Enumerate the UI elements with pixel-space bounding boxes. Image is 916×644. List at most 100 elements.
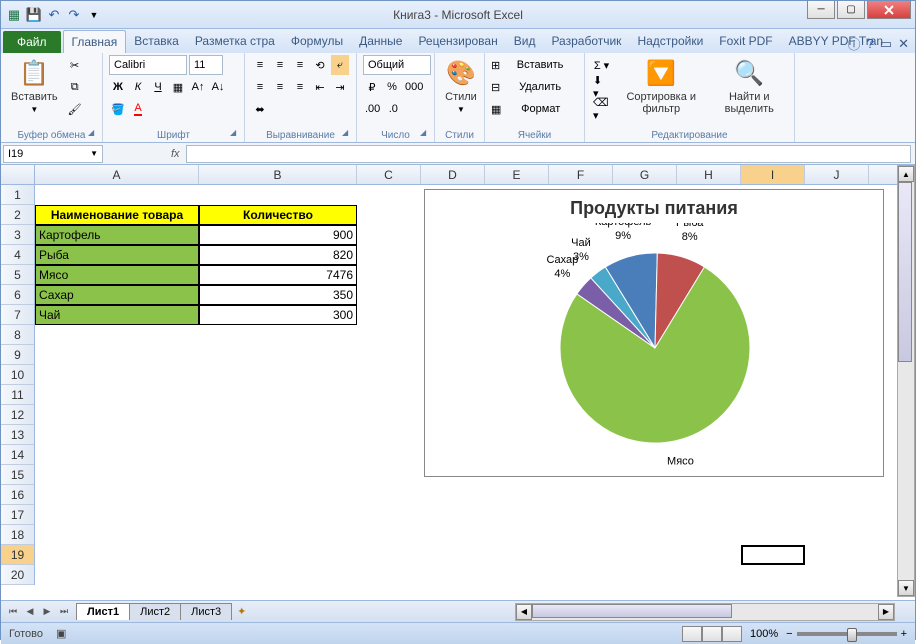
- scroll-right-icon[interactable]: ▶: [878, 604, 894, 620]
- col-header-F[interactable]: F: [549, 165, 613, 184]
- align-launcher[interactable]: ◢: [342, 128, 354, 140]
- col-header-I[interactable]: I: [741, 165, 805, 184]
- copy-icon[interactable]: ⧉: [66, 77, 84, 97]
- minimize-ribbon-icon[interactable]: ⓘ: [848, 34, 861, 53]
- indent-dec-icon[interactable]: ⇤: [311, 77, 329, 97]
- cell-A6[interactable]: Сахар: [35, 285, 199, 305]
- cell-A5[interactable]: Мясо: [35, 265, 199, 285]
- chart-object[interactable]: Продукты питания Картофель9%Рыба8%Мясо76…: [424, 189, 884, 477]
- cell-B3[interactable]: 900: [199, 225, 357, 245]
- row-header-11[interactable]: 11: [1, 385, 34, 405]
- save-icon[interactable]: 💾: [25, 6, 43, 24]
- align-left-icon[interactable]: ≡: [251, 77, 269, 97]
- row-header-12[interactable]: 12: [1, 405, 34, 425]
- merge-icon[interactable]: ⬌: [251, 99, 269, 119]
- align-mid-icon[interactable]: ≡: [271, 55, 289, 75]
- row-header-13[interactable]: 13: [1, 425, 34, 445]
- name-box[interactable]: I19▼: [3, 145, 103, 163]
- row-header-15[interactable]: 15: [1, 465, 34, 485]
- fill-color-icon[interactable]: 🪣: [109, 99, 127, 119]
- italic-icon[interactable]: К: [129, 77, 147, 97]
- row-header-9[interactable]: 9: [1, 345, 34, 365]
- row-header-18[interactable]: 18: [1, 525, 34, 545]
- tab-Разметка стра[interactable]: Разметка стра: [187, 30, 283, 53]
- file-tab[interactable]: Файл: [3, 31, 61, 53]
- redo-icon[interactable]: ↷: [65, 6, 83, 24]
- cell-B7[interactable]: 300: [199, 305, 357, 325]
- row-header-4[interactable]: 4: [1, 245, 34, 265]
- clear-icon[interactable]: ⌫ ▾: [591, 99, 612, 119]
- align-bot-icon[interactable]: ≡: [291, 55, 309, 75]
- fx-icon[interactable]: fx: [165, 148, 186, 160]
- number-format-combo[interactable]: Общий: [363, 55, 431, 75]
- col-header-E[interactable]: E: [485, 165, 549, 184]
- sheet-nav-last-icon[interactable]: ⏭: [56, 604, 72, 620]
- cell-A7[interactable]: Чай: [35, 305, 199, 325]
- normal-view-icon[interactable]: [682, 626, 702, 642]
- font-size-combo[interactable]: 11: [189, 55, 223, 75]
- row-header-5[interactable]: 5: [1, 265, 34, 285]
- cell-B5[interactable]: 7476: [199, 265, 357, 285]
- grow-font-icon[interactable]: A↑: [189, 77, 207, 97]
- row-header-17[interactable]: 17: [1, 505, 34, 525]
- active-cell[interactable]: [741, 545, 805, 565]
- col-header-J[interactable]: J: [805, 165, 869, 184]
- cell-A3[interactable]: Картофель: [35, 225, 199, 245]
- scroll-left-icon[interactable]: ◀: [516, 604, 532, 620]
- tab-Главная[interactable]: Главная: [63, 30, 127, 53]
- formula-input[interactable]: [186, 145, 911, 163]
- row-header-20[interactable]: 20: [1, 565, 34, 585]
- zoom-out-icon[interactable]: −: [786, 628, 792, 640]
- insert-cells-button[interactable]: Вставить: [502, 55, 578, 75]
- page-layout-view-icon[interactable]: [702, 626, 722, 642]
- col-header-G[interactable]: G: [613, 165, 677, 184]
- cell-B6[interactable]: 350: [199, 285, 357, 305]
- sheet-tab-Лист3[interactable]: Лист3: [180, 603, 232, 620]
- align-top-icon[interactable]: ≡: [251, 55, 269, 75]
- row-header-7[interactable]: 7: [1, 305, 34, 325]
- qat-dropdown-icon[interactable]: ▼: [85, 6, 103, 24]
- tab-Foxit PDF[interactable]: Foxit PDF: [711, 30, 780, 53]
- sheet-tab-Лист2[interactable]: Лист2: [129, 603, 181, 620]
- row-header-1[interactable]: 1: [1, 185, 34, 205]
- wrap-icon[interactable]: ⤶: [331, 55, 349, 75]
- maximize-button[interactable]: ▢: [837, 1, 865, 19]
- row-header-10[interactable]: 10: [1, 365, 34, 385]
- close-button[interactable]: [867, 1, 911, 19]
- cell-B2[interactable]: Количество: [199, 205, 357, 225]
- format-cells-icon[interactable]: ▦: [491, 103, 501, 116]
- delete-cells-button[interactable]: Удалить: [502, 77, 578, 97]
- cut-icon[interactable]: ✂: [66, 55, 84, 75]
- format-painter-icon[interactable]: 🖌: [66, 99, 84, 119]
- shrink-font-icon[interactable]: A↓: [209, 77, 227, 97]
- row-header-2[interactable]: 2: [1, 205, 34, 225]
- tab-Вид[interactable]: Вид: [506, 30, 544, 53]
- help-icon[interactable]: ?: [867, 36, 874, 51]
- row-header-14[interactable]: 14: [1, 445, 34, 465]
- align-center-icon[interactable]: ≡: [271, 77, 289, 97]
- sheet-nav-next-icon[interactable]: ▶: [39, 604, 55, 620]
- comma-icon[interactable]: 000: [403, 77, 425, 97]
- format-cells-button[interactable]: Формат: [503, 99, 578, 119]
- find-select-button[interactable]: 🔍 Найти и выделить: [711, 55, 788, 117]
- col-header-D[interactable]: D: [421, 165, 485, 184]
- undo-icon[interactable]: ↶: [45, 6, 63, 24]
- sort-filter-button[interactable]: 🔽 Сортировка и фильтр: [616, 55, 706, 117]
- col-header-H[interactable]: H: [677, 165, 741, 184]
- col-header-C[interactable]: C: [357, 165, 421, 184]
- percent-icon[interactable]: %: [383, 77, 401, 97]
- row-header-3[interactable]: 3: [1, 225, 34, 245]
- border-icon[interactable]: ▦: [169, 77, 187, 97]
- select-all-corner[interactable]: [1, 165, 35, 184]
- doc-close-icon[interactable]: ✕: [898, 36, 909, 52]
- inc-decimal-icon[interactable]: .00: [363, 99, 382, 119]
- ribbon-min-icon[interactable]: ▭: [880, 36, 892, 52]
- macro-record-icon[interactable]: ▣: [56, 628, 66, 640]
- cell-A2[interactable]: Наименование товара: [35, 205, 199, 225]
- font-launcher[interactable]: ◢: [230, 128, 242, 140]
- delete-cells-icon[interactable]: ⊟: [491, 81, 500, 94]
- sheet-nav-first-icon[interactable]: ⏮: [5, 604, 21, 620]
- col-header-A[interactable]: A: [35, 165, 199, 184]
- horizontal-scrollbar[interactable]: ◀ ▶: [515, 603, 895, 621]
- excel-icon[interactable]: ▦: [5, 6, 23, 24]
